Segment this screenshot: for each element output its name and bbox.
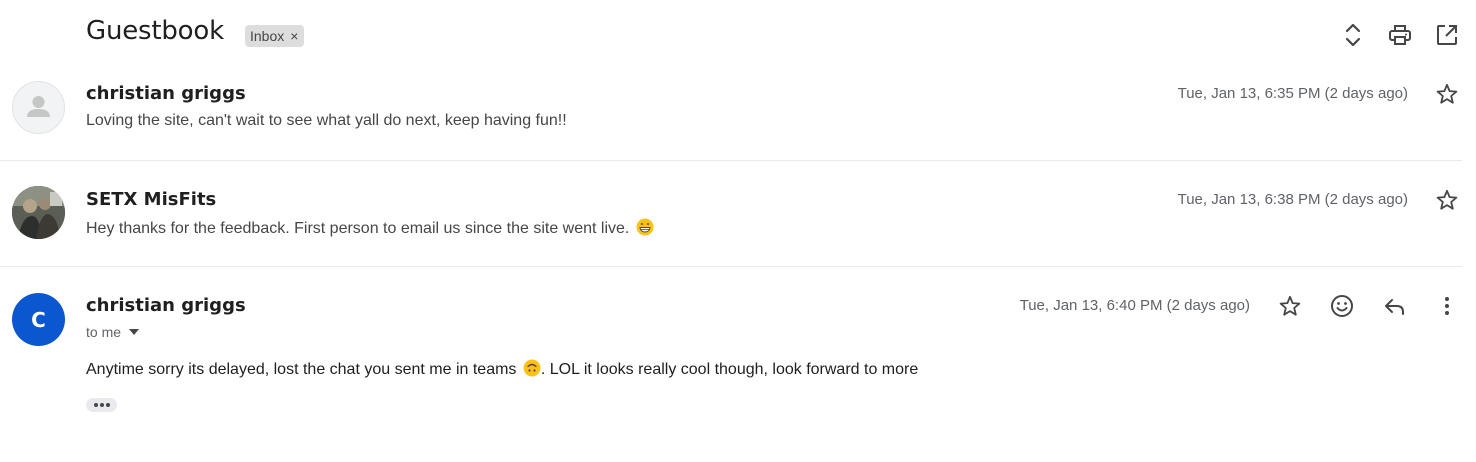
expand-collapse-icon[interactable] (1340, 22, 1366, 48)
sender-name: christian griggs (86, 83, 246, 104)
reply-icon[interactable] (1382, 293, 1408, 319)
message-item[interactable]: christian griggs Loving the site, can't … (0, 70, 1476, 161)
grinning-face-icon (636, 218, 654, 236)
message-date: Tue, Jan 13, 6:38 PM (2 days ago) (1177, 191, 1408, 208)
more-options-icon[interactable] (1434, 293, 1460, 319)
message-date: Tue, Jan 13, 6:35 PM (2 days ago) (1177, 85, 1408, 102)
email-thread-view: Guestbook Inbox × christian griggs Lovin… (0, 0, 1476, 462)
avatar-letter: C (31, 307, 46, 332)
star-icon[interactable] (1434, 187, 1460, 213)
thread-subject: Guestbook (86, 16, 224, 46)
message-snippet: Loving the site, can't wait to see what … (86, 112, 567, 129)
message-snippet: Hey thanks for the feedback. First perso… (86, 218, 654, 238)
star-icon[interactable] (1434, 81, 1460, 107)
label-chip-inbox[interactable]: Inbox × (245, 25, 305, 47)
star-icon[interactable] (1277, 293, 1303, 319)
ellipsis-dot (99, 403, 104, 407)
add-reaction-icon[interactable] (1329, 293, 1355, 319)
recipient-toggle[interactable]: to me (86, 324, 140, 340)
sender-avatar: C (12, 293, 65, 346)
dropdown-arrow-icon (129, 329, 140, 335)
body-text-part1: Anytime sorry its delayed, lost the chat… (86, 361, 517, 378)
message-item[interactable]: SETX MisFits Hey thanks for the feedback… (0, 161, 1476, 266)
sender-name: christian griggs (86, 295, 246, 316)
message-body: Anytime sorry its delayed, lost the chat… (86, 359, 918, 379)
thread-header: Guestbook Inbox × (0, 0, 1476, 70)
upside-down-face-icon (523, 359, 541, 377)
open-in-new-window-icon[interactable] (1434, 22, 1460, 48)
sender-avatar-photo (12, 186, 65, 239)
message-date: Tue, Jan 13, 6:40 PM (2 days ago) (1019, 297, 1250, 314)
label-chip-text: Inbox (250, 28, 285, 44)
ellipsis-dot (93, 403, 98, 407)
expanded-message: C christian griggs to me Tue, Jan 13, 6:… (0, 267, 1476, 462)
remove-label-icon[interactable]: × (290, 28, 298, 44)
show-trimmed-content-button[interactable] (86, 398, 117, 412)
sender-name: SETX MisFits (86, 189, 217, 210)
ellipsis-dot (105, 403, 110, 407)
snippet-text: Hey thanks for the feedback. First perso… (86, 220, 630, 237)
recipient-text: to me (86, 324, 122, 340)
print-icon[interactable] (1387, 22, 1413, 48)
body-text-part2: . LOL it looks really cool though, look … (540, 361, 919, 378)
default-person-icon (12, 81, 65, 134)
